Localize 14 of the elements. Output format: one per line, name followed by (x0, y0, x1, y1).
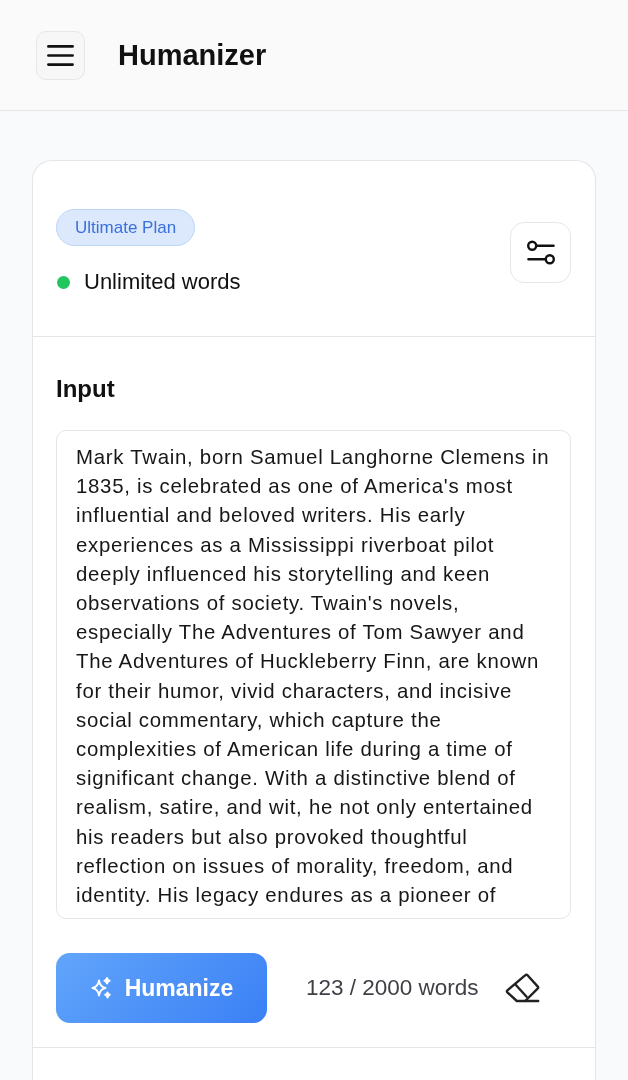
text-input-field[interactable]: Mark Twain, born Samuel Langhorne Clemens in 1835, is celebrated as one of America's most influential and beloved writers. His early experiences as a Mississippi riverboat pilot deeply influenced his storytelling and keen observations of society. Twain's novels, especially The Adventures of Tom Sawyer and The Adventures of Huckleberry Finn, are known for their humor, vivid characters, and incisive social commentary, which capture the complexities of American life during a time of significant change. With a distinctive blend of realism, satire, and wit, he not only entertained his readers but also provoked thoughtful reflection on issues of morality, freedom, and identity. His legacy endures as a pioneer of (56, 430, 571, 920)
input-label: Input (56, 374, 116, 404)
sparkle-icon (89, 977, 112, 1000)
status-dot-icon (57, 275, 70, 289)
word-limit-status: Unlimited words (84, 268, 241, 296)
plan-badge: Ultimate Plan (56, 209, 196, 246)
menu-button[interactable] (36, 30, 85, 80)
app-title: Humanizer (118, 38, 267, 72)
clear-button[interactable] (504, 973, 540, 1004)
eraser-icon (504, 973, 540, 1004)
word-count: 123 / 2000 words (306, 975, 479, 1002)
sliders-icon (526, 240, 555, 265)
settings-button[interactable] (510, 222, 571, 283)
menu-icon (47, 44, 74, 66)
